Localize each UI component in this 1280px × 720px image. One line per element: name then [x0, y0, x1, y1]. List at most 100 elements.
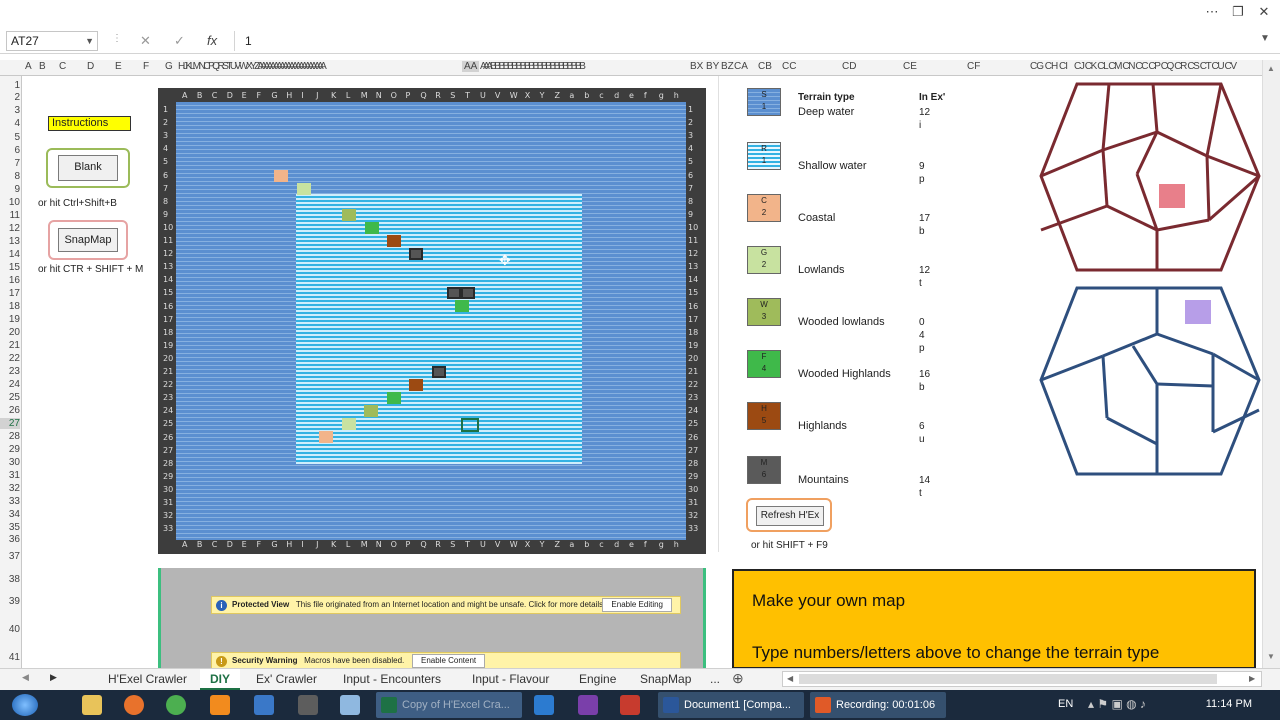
row-header[interactable]: 38: [0, 574, 20, 585]
row-header[interactable]: 21: [0, 340, 20, 351]
scroll-left-icon[interactable]: ◀: [787, 674, 793, 683]
row-header[interactable]: 4: [0, 118, 20, 129]
refresh-button[interactable]: Refresh H'Ex: [756, 506, 824, 526]
row-header[interactable]: 25: [0, 392, 20, 403]
scroll-thumb[interactable]: [799, 674, 1217, 684]
enable-content-button[interactable]: Enable Content: [412, 654, 486, 668]
sheet-tab[interactable]: SnapMap: [630, 669, 701, 690]
row-header[interactable]: 31: [0, 470, 20, 481]
column-header[interactable]: CE: [903, 61, 917, 72]
column-header[interactable]: A: [25, 61, 32, 72]
row-header[interactable]: 33: [0, 496, 20, 507]
row-header[interactable]: 5: [0, 132, 20, 143]
map-grid[interactable]: [176, 102, 686, 540]
terrain-tile[interactable]: [455, 300, 469, 312]
more-sheets-icon[interactable]: ...: [700, 669, 730, 690]
network-icon[interactable]: [254, 695, 274, 715]
row-header[interactable]: 37: [0, 551, 20, 562]
column-header[interactable]: CB: [758, 61, 772, 72]
row-header[interactable]: 14: [0, 249, 20, 260]
row-header[interactable]: 36: [0, 534, 20, 545]
sheet-tab-active[interactable]: DIY: [200, 669, 241, 690]
add-sheet-icon[interactable]: ⊕: [732, 670, 744, 687]
restore-window-icon[interactable]: ❐: [1226, 2, 1250, 22]
scroll-tabs-left-icon[interactable]: ◀: [22, 672, 29, 683]
terrain-tile[interactable]: [409, 248, 423, 260]
blank-button[interactable]: Blank: [58, 155, 118, 181]
close-window-icon[interactable]: ✕: [1252, 2, 1276, 22]
row-header[interactable]: 40: [0, 624, 20, 635]
row-header[interactable]: 19: [0, 314, 20, 325]
row-header[interactable]: 22: [0, 353, 20, 364]
powerpoint-icon[interactable]: [620, 695, 640, 715]
terrain-tile[interactable]: [387, 235, 401, 247]
terrain-tile[interactable]: [342, 418, 356, 430]
row-header[interactable]: 28: [0, 431, 20, 442]
taskbar-app-recorder[interactable]: Recording: 00:01:06: [810, 692, 946, 718]
clock[interactable]: 11:14 PM: [1206, 698, 1252, 710]
scroll-up-icon[interactable]: ▲: [1267, 64, 1275, 73]
row-header[interactable]: 8: [0, 171, 20, 182]
chevron-down-icon[interactable]: ▼: [85, 32, 94, 50]
terrain-tile[interactable]: [319, 431, 333, 443]
row-header[interactable]: 15: [0, 262, 20, 273]
row-header[interactable]: 18: [0, 301, 20, 312]
row-header[interactable]: 39: [0, 596, 20, 607]
row-header[interactable]: 6: [0, 145, 20, 156]
enter-check-icon[interactable]: ✓: [174, 33, 185, 49]
terrain-tile[interactable]: [274, 170, 288, 182]
row-header[interactable]: 9: [0, 184, 20, 195]
terrain-tile[interactable]: [387, 392, 401, 404]
outlook-icon[interactable]: [534, 695, 554, 715]
instructions-button[interactable]: Instructions: [48, 116, 131, 131]
scroll-right-icon[interactable]: ▶: [1249, 674, 1255, 683]
scroll-tabs-right-icon[interactable]: ▶: [50, 672, 57, 683]
row-header[interactable]: 11: [0, 210, 20, 221]
sheet-tab[interactable]: H'Exel Crawler: [98, 669, 197, 690]
sheet-tab[interactable]: Input - Flavour: [462, 669, 559, 690]
row-header[interactable]: 24: [0, 379, 20, 390]
column-header[interactable]: F: [143, 61, 149, 72]
column-header[interactable]: BY: [706, 61, 719, 72]
row-header[interactable]: 12: [0, 223, 20, 234]
terrain-tile[interactable]: [364, 405, 378, 417]
row-header[interactable]: 32: [0, 483, 20, 494]
column-header[interactable]: CC: [782, 61, 796, 72]
column-header[interactable]: B: [39, 61, 46, 72]
column-header[interactable]: C: [59, 61, 66, 72]
terrain-tile[interactable]: [297, 183, 311, 195]
chrome-icon[interactable]: [166, 695, 186, 715]
protected-view-bar[interactable]: i Protected View This file originated fr…: [211, 596, 681, 614]
tray-icons[interactable]: ▴ ⚑ ▣ ◍ ♪: [1088, 697, 1146, 711]
row-header[interactable]: 34: [0, 509, 20, 520]
more-options-icon[interactable]: ⋯: [1200, 2, 1224, 22]
row-header[interactable]: 17: [0, 288, 20, 299]
selected-cell[interactable]: [461, 418, 479, 432]
firefox-icon[interactable]: [124, 695, 144, 715]
column-header[interactable]: BZ: [721, 61, 734, 72]
column-header[interactable]: CD: [842, 61, 856, 72]
horizontal-scrollbar[interactable]: ◀ ▶: [782, 671, 1262, 687]
language-indicator[interactable]: EN: [1058, 698, 1073, 710]
row-header[interactable]: 26: [0, 405, 20, 416]
row-header[interactable]: 7: [0, 158, 20, 169]
formula-input[interactable]: 1: [234, 31, 1274, 51]
row-header[interactable]: 27: [0, 418, 20, 429]
row-header[interactable]: 10: [0, 197, 20, 208]
media-player-icon[interactable]: [210, 695, 230, 715]
vertical-scrollbar[interactable]: ▲ ▼: [1262, 60, 1280, 668]
cancel-icon[interactable]: ✕: [140, 33, 151, 49]
row-header[interactable]: 23: [0, 366, 20, 377]
taskbar-app-excel[interactable]: Copy of H'Excel Cra...: [376, 692, 522, 718]
column-header[interactable]: BX: [690, 61, 703, 72]
onenote-icon[interactable]: [578, 695, 598, 715]
row-header[interactable]: 41: [0, 652, 20, 663]
sheet-tab[interactable]: Ex' Crawler: [246, 669, 327, 690]
column-header[interactable]: CA: [734, 61, 748, 72]
row-header[interactable]: 1: [0, 80, 20, 91]
snapmap-button[interactable]: SnapMap: [58, 228, 118, 252]
sheet-tab[interactable]: Engine: [569, 669, 626, 690]
terrain-tile[interactable]: [342, 209, 356, 221]
row-header[interactable]: 16: [0, 275, 20, 286]
terrain-tile[interactable]: [432, 366, 446, 378]
